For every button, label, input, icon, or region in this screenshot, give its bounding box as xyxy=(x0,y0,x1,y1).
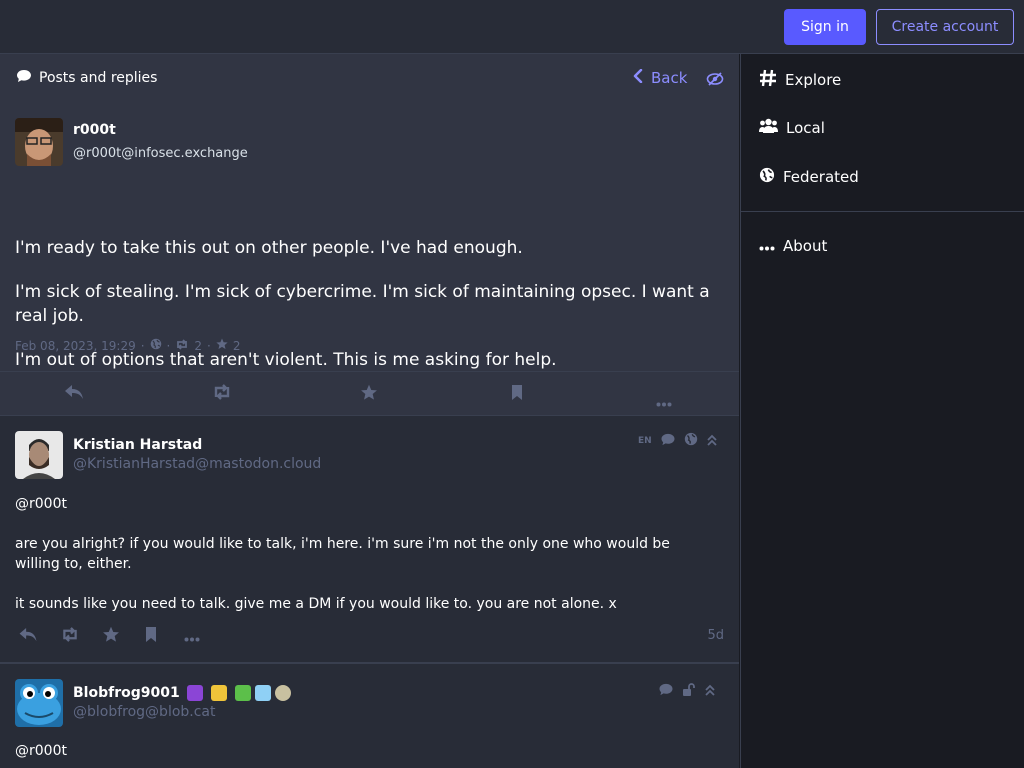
reply-paragraph: are you alright? if you would like to ta… xyxy=(15,536,670,572)
nav-federated-label: Federated xyxy=(783,168,859,186)
top-bar: Sign in Create account xyxy=(0,0,1024,54)
status-icons: EN xyxy=(638,431,718,450)
chevron-up-icon[interactable] xyxy=(704,681,716,700)
action-bar xyxy=(0,371,739,416)
language-badge: EN xyxy=(638,435,652,446)
account-handle[interactable]: @KristianHarstad@mastodon.cloud xyxy=(73,456,321,472)
bookmark-icon[interactable] xyxy=(511,384,523,405)
status-icons xyxy=(658,681,716,700)
favourite-count: 2 xyxy=(232,338,241,353)
nav-explore-label: Explore xyxy=(785,71,842,89)
display-name[interactable]: r000t xyxy=(73,122,116,138)
ellipsis-icon[interactable] xyxy=(184,627,200,646)
display-name-row[interactable]: Blobfrog9001 xyxy=(73,685,291,701)
nav-federated[interactable]: Federated xyxy=(759,167,859,187)
divider xyxy=(741,211,1024,212)
hashtag-icon xyxy=(759,69,777,91)
nav-local[interactable]: Local xyxy=(759,118,825,138)
star-icon[interactable] xyxy=(360,384,378,405)
reply-icon[interactable] xyxy=(64,384,84,404)
star-icon[interactable] xyxy=(102,626,120,647)
globe-icon xyxy=(684,431,698,450)
custom-emoji xyxy=(274,685,291,701)
globe-icon xyxy=(150,338,162,353)
avatar[interactable] xyxy=(15,431,63,479)
reply-status: Blobfrog9001 @blobfrog@blob.cat @r000t xyxy=(0,663,739,768)
lock-open-icon xyxy=(682,681,696,700)
post-paragraph: I'm ready to take this out on other peop… xyxy=(15,238,523,258)
column-title-text: Posts and replies xyxy=(39,70,158,86)
nav-explore[interactable]: Explore xyxy=(759,69,841,91)
relative-time[interactable]: 5d xyxy=(707,628,724,643)
bookmark-icon[interactable] xyxy=(145,626,157,647)
users-icon xyxy=(759,118,778,138)
eye-slash-icon[interactable] xyxy=(706,71,724,90)
chevron-up-icon[interactable] xyxy=(706,431,718,450)
comment-icon xyxy=(16,69,32,87)
account-handle[interactable]: @r000t@infosec.exchange xyxy=(73,146,248,161)
globe-icon xyxy=(759,167,775,187)
retweet-icon xyxy=(175,338,189,353)
nav-about[interactable]: About xyxy=(759,237,827,255)
custom-emoji xyxy=(234,685,251,701)
mention-link[interactable]: @r000t xyxy=(15,496,67,512)
reply-actions xyxy=(18,626,200,647)
reply-paragraph: it sounds like you need to talk. give me… xyxy=(15,596,617,612)
post-meta: Feb 08, 2023, 19:29 · · 2 · 2 xyxy=(15,338,241,353)
comment-icon xyxy=(658,681,674,700)
nav-about-label: About xyxy=(783,237,828,255)
custom-emoji xyxy=(210,685,227,701)
chevron-left-icon xyxy=(633,68,643,87)
main-column: Posts and replies Back r000t @r000t@info… xyxy=(0,54,739,768)
back-button[interactable]: Back xyxy=(633,68,688,87)
star-icon xyxy=(216,338,228,353)
column-header: Posts and replies Back xyxy=(0,54,739,104)
mention-link[interactable]: @r000t xyxy=(15,743,67,759)
display-name: Blobfrog9001 xyxy=(73,685,180,701)
post-date[interactable]: Feb 08, 2023, 19:29 xyxy=(15,339,136,353)
nav-local-label: Local xyxy=(786,119,825,137)
custom-emoji xyxy=(186,685,203,701)
column-title: Posts and replies xyxy=(16,69,157,87)
focal-post: r000t @r000t@infosec.exchange I'm ready … xyxy=(0,104,739,371)
sidebar: Explore Local Federated About xyxy=(740,54,1024,768)
avatar[interactable] xyxy=(15,118,63,166)
create-account-button[interactable]: Create account xyxy=(876,9,1014,45)
comment-icon xyxy=(660,431,676,450)
display-name[interactable]: Kristian Harstad xyxy=(73,437,202,453)
post-content: I'm ready to take this out on other peop… xyxy=(15,236,725,392)
post-paragraph: I'm sick of stealing. I'm sick of cyberc… xyxy=(15,282,710,326)
ellipsis-icon xyxy=(759,237,775,255)
retweet-icon[interactable] xyxy=(212,384,232,404)
retweet-icon[interactable] xyxy=(60,627,80,646)
account-handle[interactable]: @blobfrog@blob.cat xyxy=(73,704,216,720)
custom-emoji xyxy=(254,685,271,701)
ellipsis-icon[interactable] xyxy=(656,392,672,411)
sign-in-button[interactable]: Sign in xyxy=(784,9,866,45)
avatar[interactable] xyxy=(15,679,63,727)
back-label: Back xyxy=(651,69,688,87)
boost-count: 2 xyxy=(194,338,203,353)
reply-content: @r000t are you alright? if you would lik… xyxy=(15,494,715,614)
reply-all-icon[interactable] xyxy=(18,627,38,646)
